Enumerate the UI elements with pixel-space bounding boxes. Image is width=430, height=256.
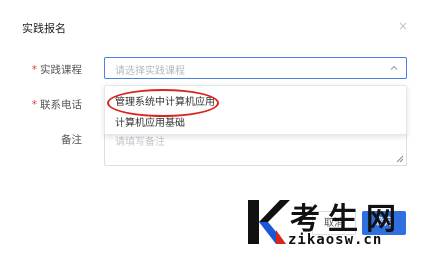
course-select[interactable]: 请选择实践课程 [104,57,407,79]
note-placeholder: 请填写备注 [115,137,165,148]
watermark: 考生网 zikaosw.cn [246,196,428,254]
highlight-ring [107,89,219,117]
course-label: * 实践课程 [22,62,82,77]
required-mark: * [31,64,37,76]
chevron-up-icon [390,65,398,70]
course-label-text: 实践课程 [40,64,82,76]
logo-icon [248,200,290,244]
resize-icon[interactable] [396,155,404,163]
course-select-placeholder: 请选择实践课程 [115,66,185,77]
note-label: 备注 [61,134,82,146]
close-icon[interactable]: × [398,20,408,32]
phone-label: * 联系电话 [22,97,82,112]
dialog-title: 实践报名 [22,22,66,35]
watermark-domain: zikaosw.cn [288,232,383,248]
phone-label-text: 联系电话 [40,99,82,111]
required-mark: * [31,99,37,111]
